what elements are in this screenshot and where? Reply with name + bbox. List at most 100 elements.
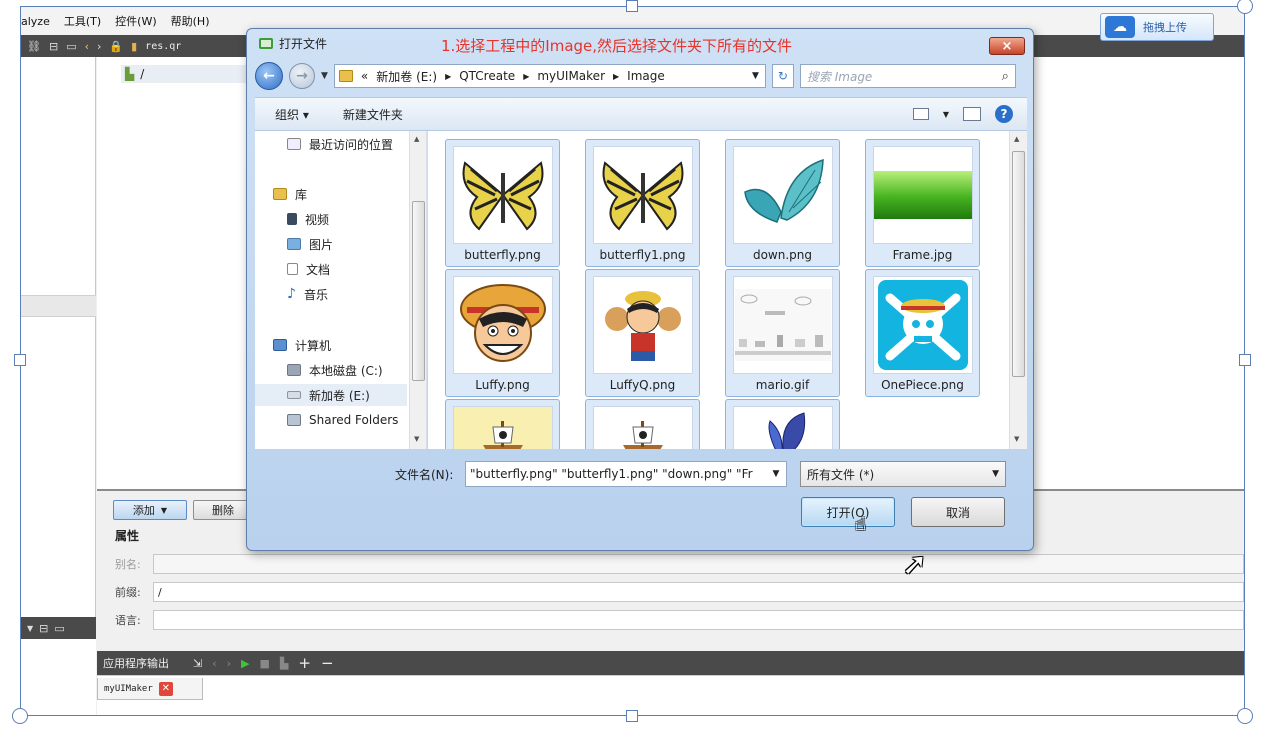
resize-handle-top[interactable] (626, 0, 638, 12)
add-button[interactable]: 添加 ▼ (113, 500, 187, 520)
chevron-down-icon[interactable]: ▼ (27, 624, 33, 633)
run-icon[interactable]: ▶ (241, 657, 249, 670)
file-item[interactable] (585, 399, 700, 449)
debug-icon[interactable]: ▙ (280, 657, 288, 670)
scroll-down-icon[interactable]: ▼ (1014, 435, 1019, 443)
forward-icon[interactable]: › (97, 40, 101, 53)
file-icon: ▮ (131, 39, 138, 53)
stop-icon[interactable]: ■ (260, 657, 270, 670)
ship-thumbnail (593, 406, 693, 449)
prefix-field[interactable]: / (153, 582, 1244, 602)
nav-documents[interactable]: 文档 (287, 258, 330, 280)
attach-icon[interactable]: ⇲ (193, 657, 202, 670)
nav-videos[interactable]: 视频 (287, 208, 329, 230)
next-icon[interactable]: › (227, 657, 231, 670)
nav-music[interactable]: ♪ 音乐 (287, 283, 328, 305)
nav-scroll-thumb[interactable] (412, 201, 425, 381)
left-sidebar (21, 57, 96, 617)
file-item[interactable] (725, 399, 840, 449)
preview-pane-icon[interactable] (963, 107, 981, 121)
back-icon[interactable]: ‹ (85, 40, 89, 53)
organize-button[interactable]: 组织 ▾ (275, 106, 309, 123)
file-item[interactable]: LuffyQ.png (585, 269, 700, 397)
file-list-scrollbar[interactable]: ▲ ▼ (1009, 131, 1027, 449)
jolly-roger-thumbnail (873, 276, 973, 374)
scroll-down-icon[interactable]: ▼ (414, 435, 419, 443)
file-item[interactable]: butterfly.png (445, 139, 560, 267)
file-list-scroll-thumb[interactable] (1012, 151, 1025, 377)
resize-handle-right[interactable] (1239, 354, 1251, 366)
menu-widgets[interactable]: 控件(W) (115, 13, 156, 29)
zoom-in-icon[interactable]: + (298, 654, 311, 672)
close-split-icon[interactable]: ▭ (54, 622, 64, 635)
file-item[interactable]: Frame.jpg (865, 139, 980, 267)
breadcrumb-myuimaker[interactable]: myUIMaker (537, 69, 605, 83)
scroll-up-icon[interactable]: ▲ (414, 135, 419, 143)
file-item[interactable]: Luffy.png (445, 269, 560, 397)
nav-scrollbar[interactable]: ▲ ▼ (409, 131, 426, 449)
file-item[interactable]: mario.gif (725, 269, 840, 397)
back-button[interactable]: ← (255, 62, 283, 90)
resize-handle-bottom-right[interactable] (1237, 708, 1253, 724)
view-mode-icon[interactable] (912, 108, 929, 120)
close-icon[interactable]: ✕ (158, 681, 173, 696)
breadcrumb-image[interactable]: Image (627, 69, 665, 83)
file-type-select[interactable]: 所有文件 (*) ▼ (800, 461, 1006, 487)
zoom-out-icon[interactable]: − (321, 654, 334, 672)
split-icon[interactable]: ⊟ (49, 40, 58, 53)
output-tab-bar: myUIMaker ✕ (97, 675, 1244, 715)
split-icon[interactable]: ⊟ (39, 622, 48, 635)
nav-shared-folders[interactable]: Shared Folders (287, 409, 398, 431)
file-item[interactable] (445, 399, 560, 449)
forward-button[interactable]: → (289, 63, 315, 89)
nav-library[interactable]: 库 (273, 183, 307, 205)
nav-drive-e[interactable]: 新加卷 (E:) (255, 384, 407, 406)
resource-folder-icon: ▙ (125, 67, 135, 81)
dialog-close-button[interactable]: × (989, 37, 1025, 55)
output-tab-myuimaker[interactable]: myUIMaker ✕ (97, 678, 203, 700)
language-field[interactable] (153, 610, 1244, 630)
refresh-button[interactable]: ↻ (771, 64, 794, 88)
file-item[interactable]: butterfly1.png (585, 139, 700, 267)
help-icon[interactable]: ? (995, 105, 1013, 123)
delete-button[interactable]: 删除 (193, 500, 253, 520)
search-input[interactable]: 搜索 Image ⌕ (799, 64, 1016, 88)
chevron-down-icon[interactable]: ▼ (943, 110, 949, 119)
link-icon[interactable]: ⛓ (27, 40, 41, 53)
nav-recent-places[interactable]: 最近访问的位置 (287, 133, 393, 155)
chevron-down-icon[interactable]: ▼ (752, 71, 759, 81)
breadcrumb-drive-e[interactable]: 新加卷 (E:) (376, 68, 437, 85)
close-split-icon[interactable]: ▭ (66, 40, 76, 53)
cancel-button[interactable]: 取消 (911, 497, 1005, 527)
filename-input[interactable]: "butterfly.png" "butterfly1.png" "down.p… (465, 461, 787, 487)
prev-icon[interactable]: ‹ (212, 657, 216, 670)
alias-field[interactable] (153, 554, 1244, 574)
menu-help[interactable]: 帮助(H) (171, 13, 210, 29)
resize-handle-bottom[interactable] (626, 710, 638, 722)
current-file-label[interactable]: res.qr (145, 41, 181, 52)
butterfly-blue-thumbnail (733, 406, 833, 449)
resize-handle-top-right[interactable] (1237, 0, 1253, 14)
menu-analyze[interactable]: alyze (21, 15, 50, 28)
nav-computer[interactable]: 计算机 (273, 334, 331, 356)
tree-root-row[interactable]: ▙ / (121, 65, 261, 83)
new-folder-button[interactable]: 新建文件夹 (343, 106, 403, 123)
address-bar[interactable]: « 新加卷 (E:) ▶ QTCreate ▶ myUIMaker ▶ Imag… (333, 64, 766, 88)
chevron-down-icon[interactable]: ▼ (768, 462, 784, 486)
nav-drive-c[interactable]: 本地磁盘 (C:) (287, 359, 383, 381)
recent-locations-chevron-icon[interactable]: ▼ (321, 71, 328, 81)
open-button[interactable]: 打开(O) (801, 497, 895, 527)
resize-handle-left[interactable] (14, 354, 26, 366)
search-icon[interactable]: ⌕ (1002, 69, 1009, 84)
nav-pictures[interactable]: 图片 (287, 233, 333, 255)
language-label: 语言: (115, 614, 141, 627)
nav-drive-c-label: 本地磁盘 (C:) (309, 363, 383, 378)
breadcrumb-qtcreate[interactable]: QTCreate (459, 69, 515, 83)
scroll-up-icon[interactable]: ▲ (1014, 135, 1019, 143)
drag-upload-button[interactable]: ☁ 拖拽上传 (1100, 13, 1214, 41)
menu-tools[interactable]: 工具(T) (64, 13, 101, 29)
resize-handle-bottom-left[interactable] (12, 708, 28, 724)
file-item[interactable]: down.png (725, 139, 840, 267)
breadcrumb-overflow[interactable]: « (361, 69, 368, 83)
file-item[interactable]: OnePiece.png (865, 269, 980, 397)
